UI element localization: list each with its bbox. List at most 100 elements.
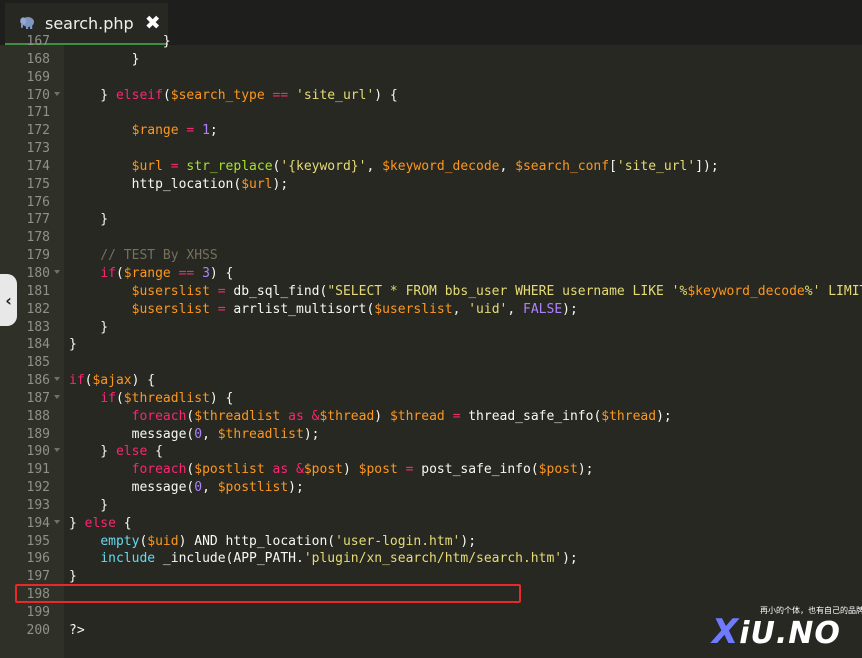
code-token: // TEST By XHSS xyxy=(69,248,218,264)
code-token: $threadlist xyxy=(123,390,210,406)
code-editor[interactable]: 167 } 168 } 169 170 } elseif($search_type =… xyxy=(0,34,862,658)
code-token: ); xyxy=(272,176,289,192)
code-token: == xyxy=(272,87,289,103)
close-icon[interactable]: ✖ xyxy=(145,13,161,33)
code-line: 172 $range = 1; xyxy=(0,122,862,140)
fold-toggle-icon[interactable] xyxy=(54,377,60,382)
code-token: $keyword_decode xyxy=(382,158,500,174)
fold-toggle-icon[interactable] xyxy=(54,394,60,399)
code-token: ); xyxy=(288,480,304,496)
code-token: $userslist xyxy=(131,301,210,317)
code-text: include _include(APP_PATH.'plugin/xn_sea… xyxy=(69,550,578,568)
code-token: } xyxy=(69,319,109,335)
code-token: ) xyxy=(342,462,359,478)
code-token: ) AND http_location( xyxy=(178,533,336,549)
code-token: $thread xyxy=(389,408,445,424)
fold-toggle-icon[interactable] xyxy=(54,519,60,524)
line-number: 178 xyxy=(26,230,50,246)
code-token: } xyxy=(69,87,116,103)
code-token: , xyxy=(366,158,383,174)
code-token: message( xyxy=(69,480,195,496)
code-token: db_sql_find( xyxy=(225,283,328,299)
line-number: 184 xyxy=(26,337,50,353)
code-token: 1 xyxy=(202,123,210,139)
fold-toggle-icon[interactable] xyxy=(54,91,60,96)
code-text: foreach($postlist as &$post) $post = pos… xyxy=(69,461,594,479)
code-token: str_replace xyxy=(186,158,273,174)
code-token: ); xyxy=(303,426,320,442)
code-text: $userslist = arrlist_multisort($userslis… xyxy=(69,301,578,319)
watermark: 再小的个体，也有自己的品牌 XiU.NO xyxy=(712,604,862,652)
code-token: 0 xyxy=(194,480,203,496)
code-token: ( xyxy=(162,87,171,103)
code-token: ( xyxy=(115,390,124,406)
code-token: ); xyxy=(562,301,578,317)
code-token: $userslist xyxy=(131,283,210,299)
code-token: = xyxy=(217,283,226,299)
code-token: , xyxy=(507,301,524,317)
code-token: ]); xyxy=(695,158,719,174)
code-line: 195 empty($uid) AND http_location('user-… xyxy=(0,533,862,551)
line-number: 175 xyxy=(26,176,50,192)
line-number: 194 xyxy=(26,515,50,531)
line-number: 169 xyxy=(26,69,50,85)
code-token: empty xyxy=(100,533,140,549)
code-line: 191 foreach($postlist as &$post) $post =… xyxy=(0,461,862,479)
code-token: ); xyxy=(562,551,578,567)
code-token: $search_conf xyxy=(515,158,610,174)
code-token: '{keyword}' xyxy=(280,158,367,174)
code-text: } xyxy=(69,497,108,515)
code-token: $range xyxy=(131,123,179,139)
code-text: } elseif($search_type == 'site_url') { xyxy=(69,87,397,105)
code-token: ); xyxy=(460,533,477,549)
code-line: 198 xyxy=(0,586,862,604)
code-token: 'user-login.htm' xyxy=(335,533,461,549)
code-token: } xyxy=(69,515,85,531)
code-token: ) { xyxy=(131,373,156,389)
line-number: 189 xyxy=(26,426,50,442)
code-text: empty($uid) AND http_location('user-logi… xyxy=(69,533,476,551)
line-number: 198 xyxy=(26,587,50,603)
code-line: 182 $userslist = arrlist_multisort($user… xyxy=(0,301,862,319)
code-token: as xyxy=(272,462,289,478)
code-token: = xyxy=(217,301,226,317)
code-token: } xyxy=(69,337,77,353)
code-token: , xyxy=(499,158,516,174)
code-line: 190 } else { xyxy=(0,443,862,461)
code-line: 173 xyxy=(0,140,862,158)
fold-toggle-icon[interactable] xyxy=(54,448,60,453)
code-line: 187 if($threadlist) { xyxy=(0,390,862,408)
code-line: 178 xyxy=(0,229,862,247)
code-line: 170 } elseif($search_type == 'site_url')… xyxy=(0,87,862,105)
watermark-logo-text: iU.NO xyxy=(739,616,841,651)
code-token: } xyxy=(69,444,116,460)
code-text: } xyxy=(69,211,108,229)
code-token: { xyxy=(115,515,132,531)
code-line: 184} xyxy=(0,336,862,354)
code-token: , xyxy=(202,426,218,442)
code-token: } xyxy=(69,212,109,228)
sidebar-toggle-button[interactable]: ‹ xyxy=(0,274,17,326)
code-token: 0 xyxy=(194,426,203,442)
watermark-logo-x: X xyxy=(712,612,740,652)
fold-toggle-icon[interactable] xyxy=(54,269,60,274)
code-token: %' LIMIT xyxy=(804,283,862,299)
line-number: 187 xyxy=(26,390,50,406)
line-number: 167 xyxy=(26,34,50,49)
watermark-logo: XiU.NO xyxy=(712,612,841,652)
code-line: 193 } xyxy=(0,497,862,515)
code-token: == xyxy=(178,265,195,281)
code-token: FALSE xyxy=(523,301,563,317)
code-token: $post xyxy=(358,462,398,478)
code-text: $userslist = db_sql_find("SELECT * FROM … xyxy=(69,283,862,301)
code-token: $url xyxy=(131,158,163,174)
line-number: 192 xyxy=(26,480,50,496)
